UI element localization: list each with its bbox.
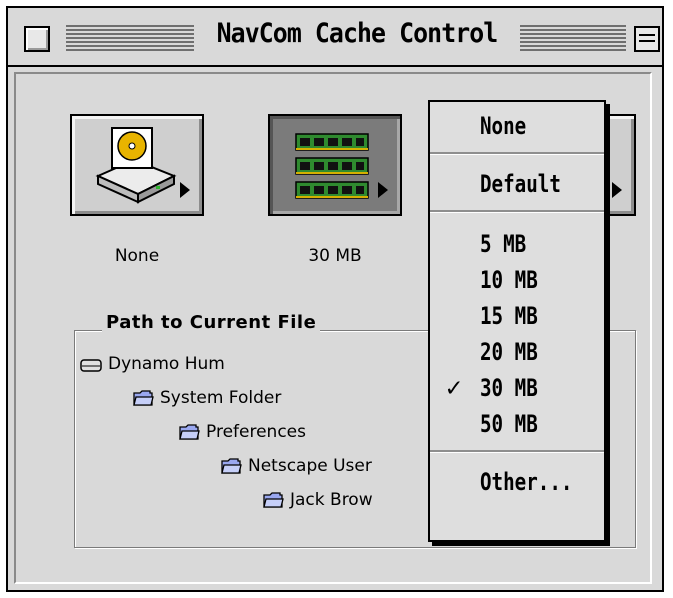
menu-item-5mb[interactable]: 5 MB [430, 226, 604, 262]
disk-cache-button[interactable] [70, 114, 204, 216]
folder-icon [179, 424, 200, 440]
popup-arrow-icon [612, 182, 622, 198]
menu-item-30mb[interactable]: ✓ 30 MB [430, 370, 604, 406]
menu-item-50mb[interactable]: 50 MB [430, 406, 604, 442]
cache-size-popup-menu: None Default 5 MB 10 MB 15 MB 20 MB ✓ 30 … [428, 100, 606, 542]
collapse-box[interactable] [634, 26, 660, 52]
window-title: NavCom Cache Control [216, 18, 499, 49]
title-bar[interactable]: NavCom Cache Control [8, 8, 662, 67]
path-item-label: Netscape User [248, 456, 372, 476]
menu-separator [430, 450, 604, 453]
close-box[interactable] [24, 26, 50, 52]
path-item-label: Dynamo Hum [108, 354, 225, 374]
path-item-disk[interactable]: Dynamo Hum [80, 354, 225, 378]
path-item-folder[interactable]: Netscape User [220, 456, 372, 480]
menu-item-none[interactable]: None [430, 108, 604, 144]
title-divider [8, 65, 662, 67]
memory-cache-button[interactable] [268, 114, 402, 216]
title-stripes-right [520, 23, 626, 51]
title-stripes-left [66, 23, 194, 51]
menu-item-other[interactable]: Other... [430, 464, 604, 500]
menu-item-15mb[interactable]: 15 MB [430, 298, 604, 334]
popup-arrow-icon [180, 182, 190, 198]
folder-icon [133, 390, 154, 406]
disk-cache-caption: None [114, 246, 160, 266]
memory-cache-caption: 30 MB [308, 246, 362, 266]
menu-item-20mb[interactable]: 20 MB [430, 334, 604, 370]
path-item-folder[interactable]: Jack Brow [262, 490, 373, 514]
folder-icon [263, 492, 284, 508]
path-item-folder[interactable]: Preferences [178, 422, 306, 446]
menu-separator [430, 210, 604, 213]
checkmark-icon: ✓ [446, 373, 462, 403]
disk-icon [80, 359, 102, 372]
path-item-label: System Folder [160, 388, 282, 408]
popup-arrow-icon [378, 182, 388, 198]
path-item-label: Preferences [206, 422, 306, 442]
folder-icon [221, 458, 242, 474]
menu-item-10mb[interactable]: 10 MB [430, 262, 604, 298]
menu-separator [430, 152, 604, 155]
memory-chips-icon [295, 133, 369, 199]
path-group-label: Path to Current File [102, 312, 321, 333]
menu-item-default[interactable]: Default [430, 166, 604, 202]
hard-drive-icon [95, 127, 177, 204]
path-item-folder[interactable]: System Folder [132, 388, 281, 412]
path-item-label: Jack Brow [290, 490, 373, 510]
